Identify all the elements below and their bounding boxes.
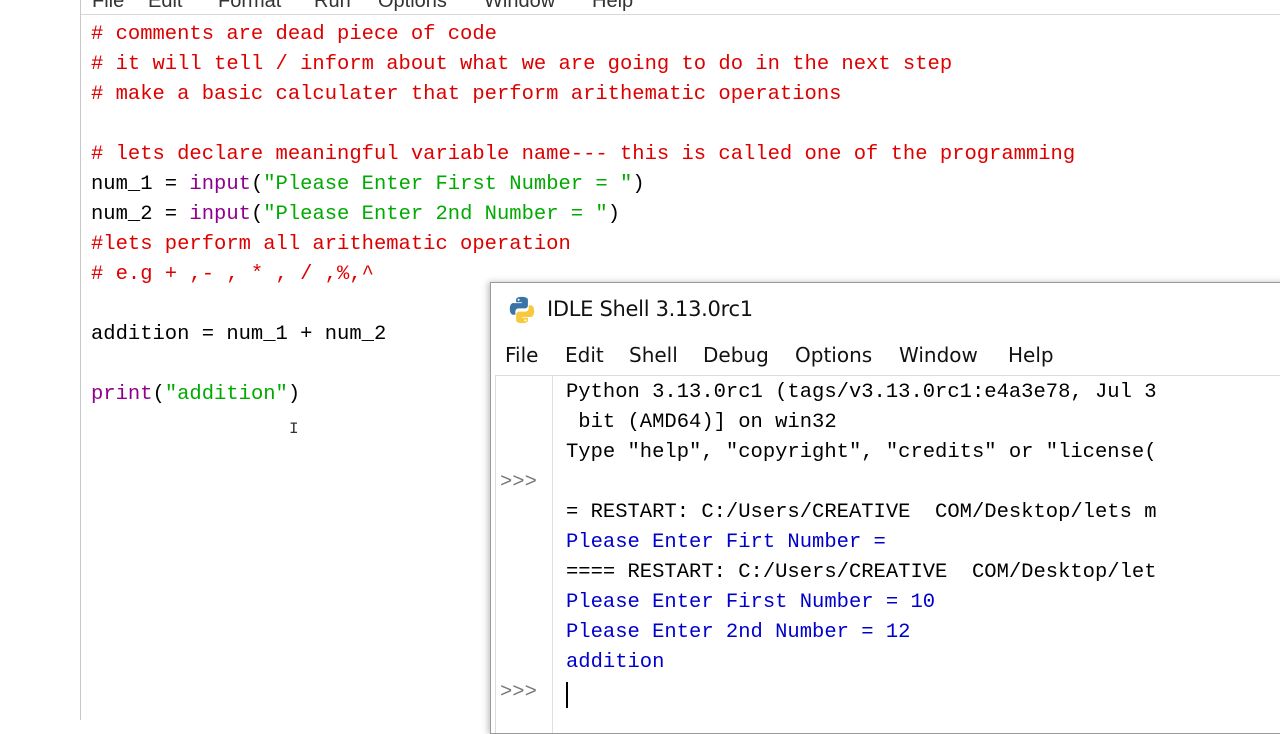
editor-menu-help[interactable]: Help [592, 0, 633, 13]
shell-menu-help[interactable]: Help [1008, 343, 1054, 367]
shell-menu-debug[interactable]: Debug [703, 343, 769, 367]
code-token-plain: num_2 = [91, 203, 190, 226]
shell-output-line: ==== RESTART: C:/Users/CREATIVE COM/Desk… [566, 561, 1157, 584]
shell-output-line: bit (AMD64)] on win32 [566, 411, 837, 434]
shell-text-cursor [566, 682, 568, 708]
editor-menubar: File Edit Format Run Options Window Help [80, 0, 1280, 13]
editor-menu-window[interactable]: Window [484, 0, 555, 13]
prompt-gutter: >>> >>> [496, 376, 553, 733]
shell-output-line: Please Enter 2nd Number = 12 [566, 621, 911, 644]
shell-output-area[interactable]: >>> >>> Python 3.13.0rc1 (tags/v3.13.0rc1… [495, 375, 1280, 733]
code-token-comment: # lets declare meaningful variable name-… [91, 143, 1076, 166]
code-token-comment: # make a basic calculater that perform a… [91, 83, 842, 106]
shell-menu-file[interactable]: File [505, 343, 538, 367]
code-line[interactable]: # comments are dead piece of code [91, 20, 497, 50]
shell-menu-shell[interactable]: Shell [629, 343, 678, 367]
code-line[interactable]: # lets declare meaningful variable name-… [91, 140, 1075, 170]
code-line[interactable]: # it will tell / inform about what we ar… [91, 50, 952, 80]
shell-output-line: Please Enter First Number = 10 [566, 591, 936, 614]
code-line[interactable]: # e.g + ,- , * , / ,%,^ [91, 260, 374, 290]
shell-menubar: File Edit Shell Debug Options Window Hel… [491, 341, 1280, 373]
shell-output-line: Python 3.13.0rc1 (tags/v3.13.0rc1:e4a3e7… [566, 381, 1157, 404]
code-token-string: "Please Enter First Number = " [263, 173, 633, 196]
idle-shell-window[interactable]: IDLE Shell 3.13.0rc1 File Edit Shell Deb… [490, 282, 1280, 734]
code-line[interactable]: # make a basic calculater that perform a… [91, 80, 841, 110]
code-line[interactable]: num_1 = input("Please Enter First Number… [91, 170, 645, 200]
code-line[interactable]: addition = num_1 + num_2 [91, 320, 386, 350]
code-token-comment: #lets perform all arithematic operation [91, 233, 571, 256]
shell-output-line: addition [566, 651, 665, 674]
code-token-plain: ( [250, 203, 264, 226]
code-token-plain: ) [607, 203, 621, 226]
shell-menu-edit[interactable]: Edit [565, 343, 604, 367]
code-token-plain: num_1 = [91, 173, 190, 196]
code-token-comment: # e.g + ,- , * , / ,%,^ [91, 263, 374, 286]
editor-menu-options[interactable]: Options [378, 0, 447, 13]
code-token-comment: # it will tell / inform about what we ar… [91, 53, 953, 76]
code-line[interactable]: #lets perform all arithematic operation [91, 230, 571, 260]
editor-menu-run[interactable]: Run [314, 0, 351, 13]
code-line[interactable]: print("addition") [91, 380, 300, 410]
editor-menu-file[interactable]: File [92, 0, 124, 13]
code-token-builtin: print [91, 383, 153, 406]
shell-menu-window[interactable]: Window [899, 343, 978, 367]
code-token-comment: # comments are dead piece of code [91, 23, 497, 46]
code-line[interactable]: num_2 = input("Please Enter 2nd Number =… [91, 200, 620, 230]
code-token-plain: ) [287, 383, 301, 406]
shell-output-line: Please Enter Firt Number = [566, 531, 886, 554]
shell-titlebar[interactable]: IDLE Shell 3.13.0rc1 [491, 283, 1280, 337]
code-token-builtin: input [189, 173, 251, 196]
code-token-plain: ( [250, 173, 264, 196]
shell-output-line: Type "help", "copyright", "credits" or "… [566, 441, 1157, 464]
left-screen-edge [0, 0, 81, 720]
code-token-string: "addition" [164, 383, 288, 406]
text-ibeam-cursor-icon: I [289, 420, 299, 438]
shell-prompt: >>> [500, 681, 537, 704]
shell-menu-options[interactable]: Options [795, 343, 872, 367]
editor-menu-format[interactable]: Format [218, 0, 281, 13]
code-token-string: "Please Enter 2nd Number = " [263, 203, 608, 226]
shell-prompt: >>> [500, 471, 537, 494]
code-token-plain: ) [632, 173, 645, 196]
code-token-plain: addition = num_1 + num_2 [91, 323, 387, 346]
editor-menu-edit[interactable]: Edit [148, 0, 182, 13]
shell-output-line: = RESTART: C:/Users/CREATIVE COM/Desktop… [566, 501, 1157, 524]
code-token-builtin: input [189, 203, 251, 226]
python-logo-icon [509, 296, 535, 324]
shell-window-title: IDLE Shell 3.13.0rc1 [547, 297, 753, 321]
code-token-plain: ( [152, 383, 165, 406]
